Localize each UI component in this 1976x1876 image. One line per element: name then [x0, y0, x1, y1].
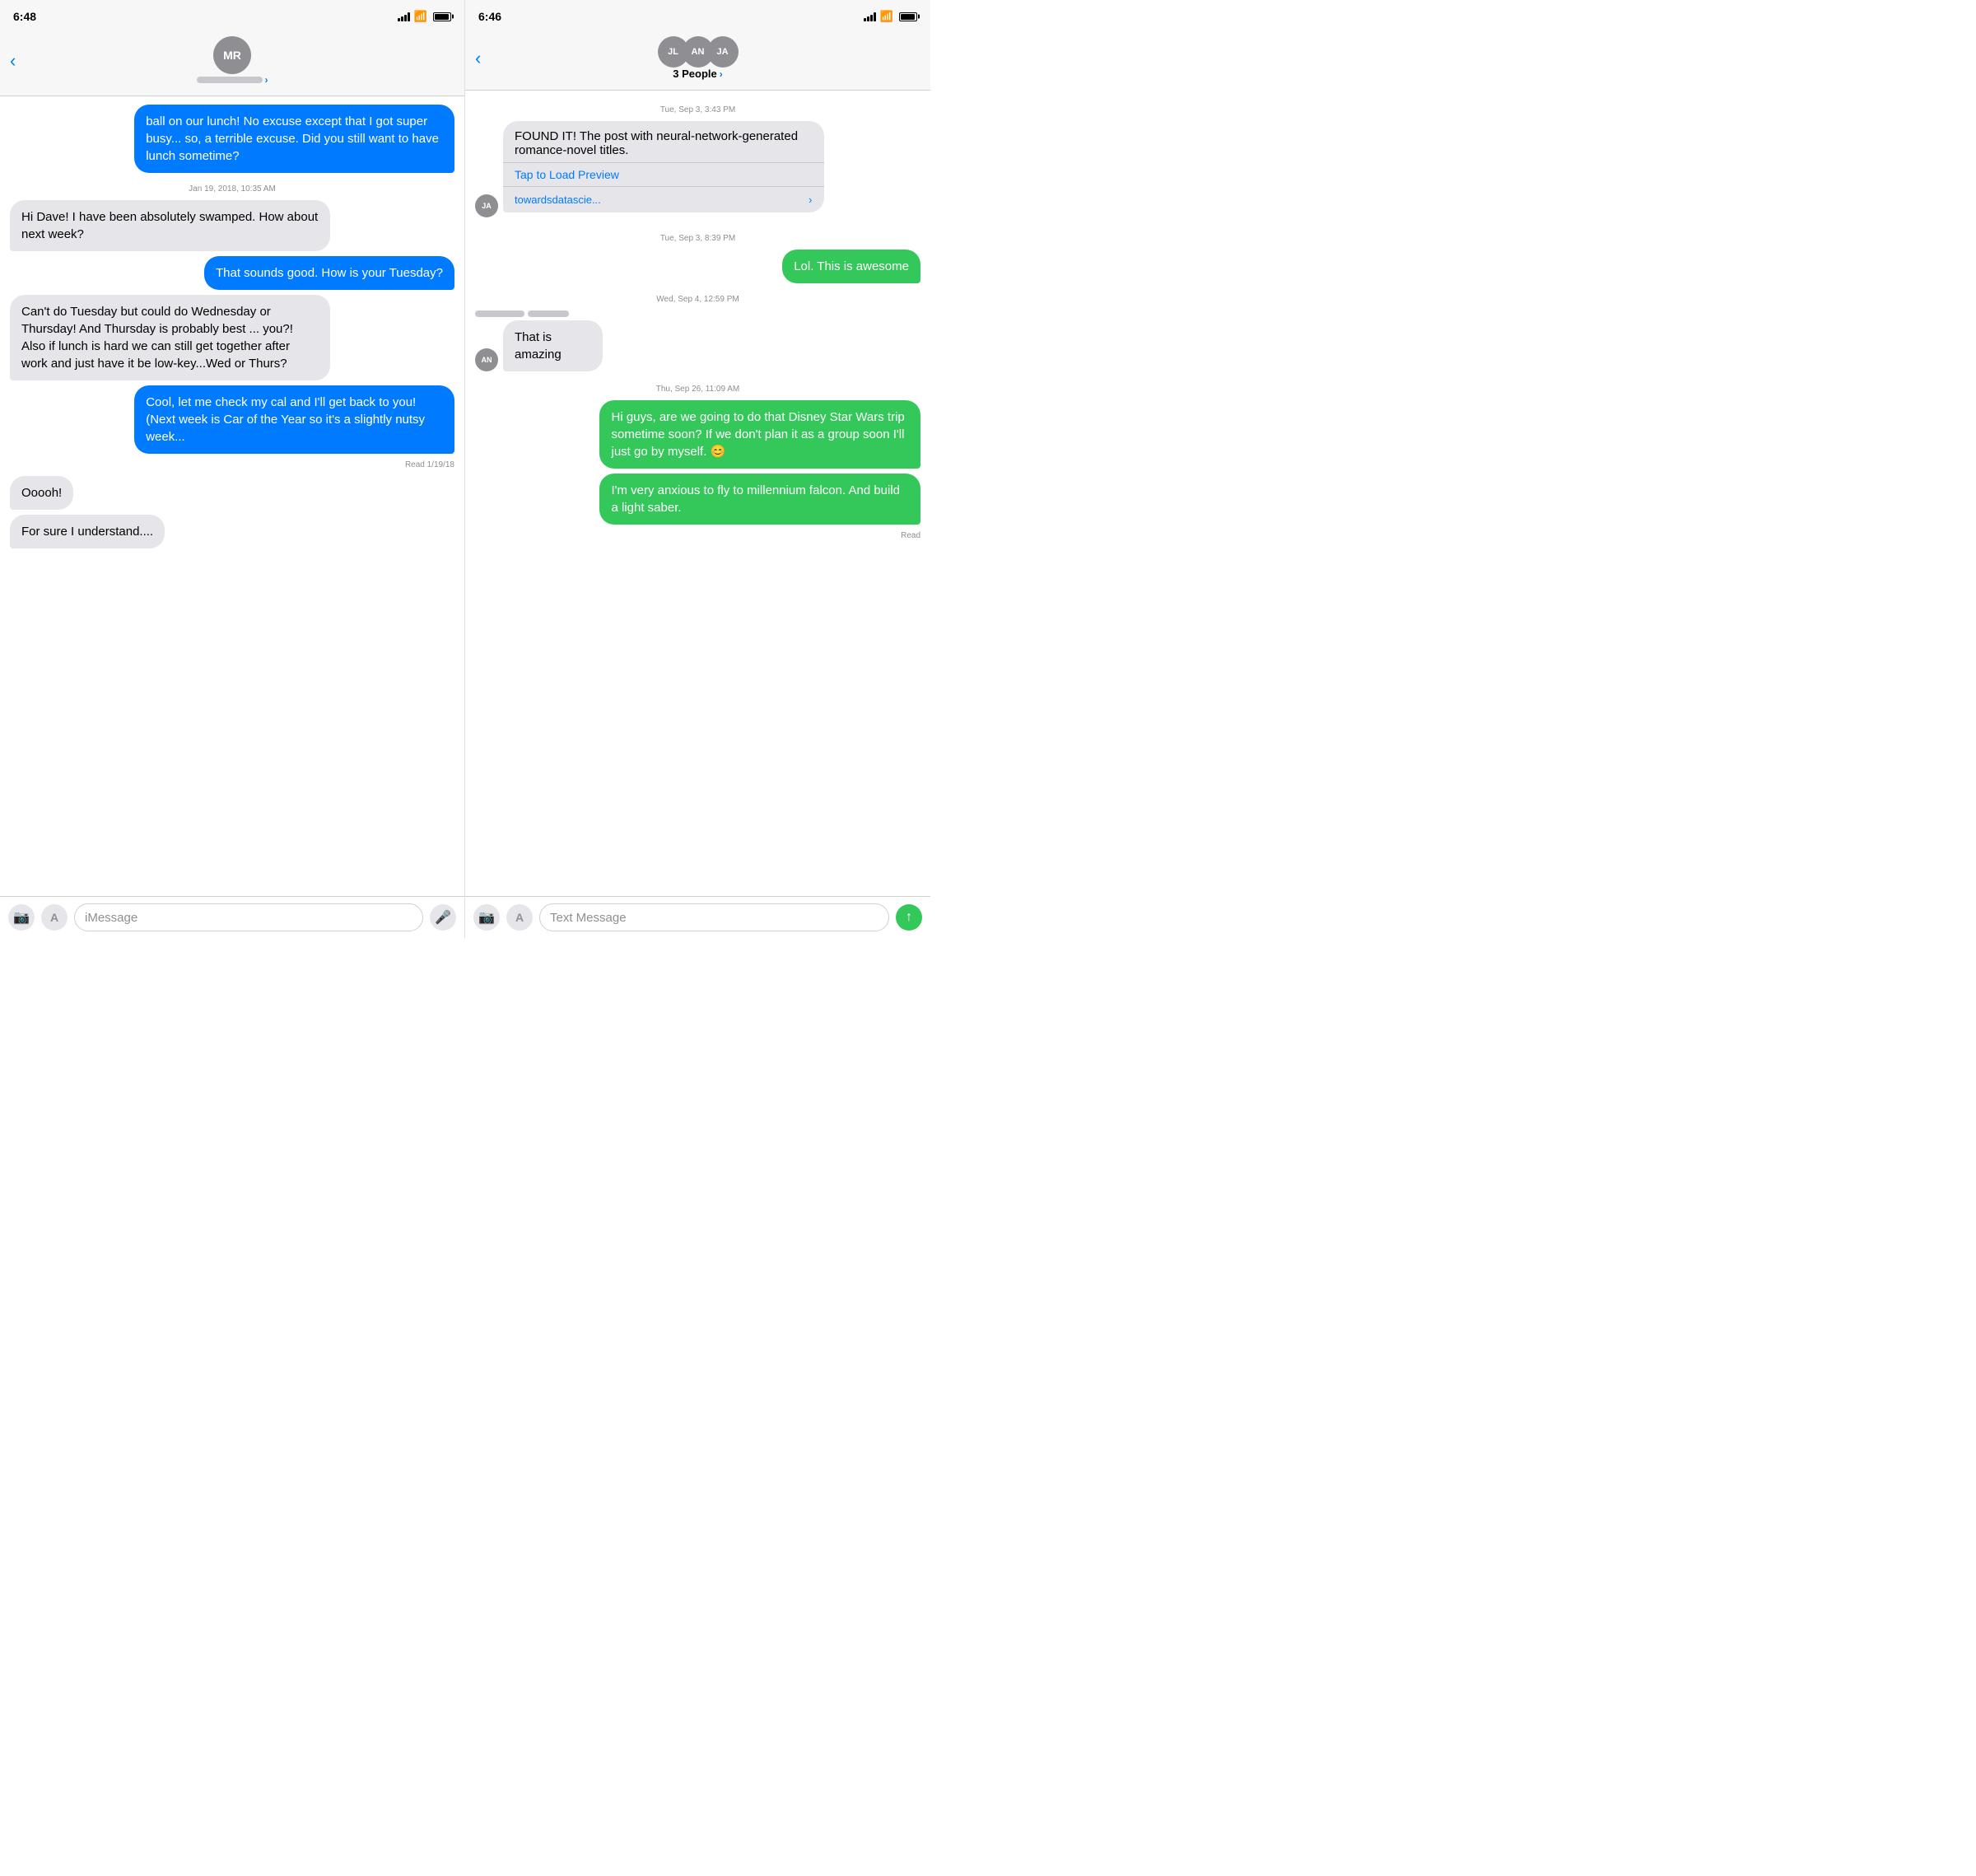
signal-icon [398, 12, 410, 21]
audio-icon: 🎤 [435, 909, 451, 926]
message-bubble: For sure I understand.... [10, 515, 165, 548]
nav-bar-right: ‹ JL AN JA 3 People › [465, 30, 930, 91]
message-row: I'm very anxious to fly to millennium fa… [475, 474, 920, 525]
message-row: Can't do Tuesday but could do Wednesday … [10, 295, 454, 380]
tap-to-load-button[interactable]: Tap to Load Preview [503, 162, 824, 186]
input-placeholder-right: Text Message [550, 911, 627, 925]
apps-button-left[interactable]: A [41, 904, 68, 931]
status-bar-right: 6:46 📶 [465, 0, 930, 30]
messages-area-left: ball on our lunch! No excuse except that… [0, 96, 464, 896]
time-right: 6:46 [478, 10, 501, 23]
send-icon: ↑ [906, 910, 912, 925]
input-bar-right: 📷 A Text Message ↑ [465, 896, 930, 938]
messages-area-right: Tue, Sep 3, 3:43 PM JA FOUND IT! The pos… [465, 91, 930, 896]
camera-button-left[interactable]: 📷 [8, 904, 35, 931]
message-bubble: Cool, let me check my cal and I'll get b… [134, 385, 454, 454]
message-row: Ooooh! [10, 476, 454, 510]
message-row: Hi guys, are we going to do that Disney … [475, 400, 920, 469]
message-bubble: That sounds good. How is your Tuesday? [204, 256, 454, 290]
message-bubble: Hi guys, are we going to do that Disney … [599, 400, 920, 469]
sender-blurred [475, 310, 524, 317]
avatar-an-small: AN [475, 348, 498, 371]
battery-icon [433, 12, 451, 21]
message-row: Cool, let me check my cal and I'll get b… [10, 385, 454, 454]
message-row: Hi Dave! I have been absolutely swamped.… [10, 200, 454, 251]
group-name[interactable]: 3 People › [673, 68, 722, 80]
nav-bar-left: ‹ MR › [0, 30, 464, 96]
wifi-icon: 📶 [414, 10, 427, 23]
camera-icon-right: 📷 [478, 909, 495, 926]
message-bubble: Hi Dave! I have been absolutely swamped.… [10, 200, 330, 251]
apps-icon-right: A [515, 911, 524, 924]
avatar-left[interactable]: MR [213, 36, 251, 74]
right-screen: 6:46 📶 ‹ JL AN JA 3 People › [465, 0, 930, 938]
avatar-ja-small-2: JA [475, 194, 498, 217]
camera-icon: 📷 [13, 909, 30, 926]
avatar-ja: JA [707, 36, 739, 68]
text-message-input[interactable]: Text Message [539, 903, 889, 931]
nav-center-left: MR › [197, 36, 268, 86]
message-bubble: I'm very anxious to fly to millennium fa… [599, 474, 920, 525]
message-with-avatar: AN That is amazing [475, 320, 613, 371]
nav-center-right: JL AN JA 3 People › [658, 36, 739, 80]
message-row: AN That is amazing [475, 310, 920, 371]
timestamp-label: Jan 19, 2018, 10:35 AM [10, 184, 454, 194]
input-placeholder: iMessage [85, 911, 137, 925]
read-receipt: Read 1/19/18 [10, 460, 454, 469]
message-row-avatar: JA [475, 194, 920, 217]
status-icons-left: 📶 [398, 10, 451, 23]
message-bubble: Ooooh! [10, 476, 73, 510]
back-button-left[interactable]: ‹ [10, 50, 16, 72]
send-button-right[interactable]: ↑ [896, 904, 922, 931]
read-receipt: Read [475, 531, 920, 540]
status-icons-right: 📶 [864, 10, 917, 23]
input-bar-left: 📷 A iMessage 🎤 [0, 896, 464, 938]
message-bubble: Can't do Tuesday but could do Wednesday … [10, 295, 330, 380]
chevron-icon-left: › [265, 74, 268, 86]
chevron-icon-right: › [720, 68, 723, 80]
battery-icon-right [899, 12, 917, 21]
message-row: ball on our lunch! No excuse except that… [10, 105, 454, 173]
back-button-right[interactable]: ‹ [475, 48, 481, 69]
apps-button-right[interactable]: A [506, 904, 533, 931]
camera-button-right[interactable]: 📷 [473, 904, 500, 931]
contact-name-left[interactable]: › [197, 74, 268, 86]
wifi-icon-right: 📶 [880, 10, 893, 23]
message-row: Lol. This is awesome [475, 250, 920, 283]
group-avatars[interactable]: JL AN JA [658, 36, 739, 68]
left-screen: 6:48 📶 ‹ MR › ball on o [0, 0, 465, 938]
message-row: For sure I understand.... [10, 515, 454, 548]
timestamp-label: Tue, Sep 3, 3:43 PM [475, 105, 920, 114]
imessage-input[interactable]: iMessage [74, 903, 423, 931]
status-bar-left: 6:48 📶 [0, 0, 464, 30]
message-bubble: ball on our lunch! No excuse except that… [134, 105, 454, 173]
timestamp-label: Thu, Sep 26, 11:09 AM [475, 385, 920, 394]
time-left: 6:48 [13, 10, 36, 23]
contact-name-blurred [197, 77, 263, 83]
message-bubble: Lol. This is awesome [782, 250, 920, 283]
message-row: That sounds good. How is your Tuesday? [10, 256, 454, 290]
signal-icon-right [864, 12, 876, 21]
timestamp-label: Tue, Sep 3, 8:39 PM [475, 234, 920, 243]
message-bubble: That is amazing [503, 320, 603, 371]
apps-icon: A [50, 911, 58, 924]
sender-name-row [475, 310, 613, 317]
timestamp-label: Wed, Sep 4, 12:59 PM [475, 295, 920, 304]
audio-button[interactable]: 🎤 [430, 904, 456, 931]
link-preview-text: FOUND IT! The post with neural-network-g… [503, 121, 824, 162]
sender-blurred-2 [528, 310, 569, 317]
